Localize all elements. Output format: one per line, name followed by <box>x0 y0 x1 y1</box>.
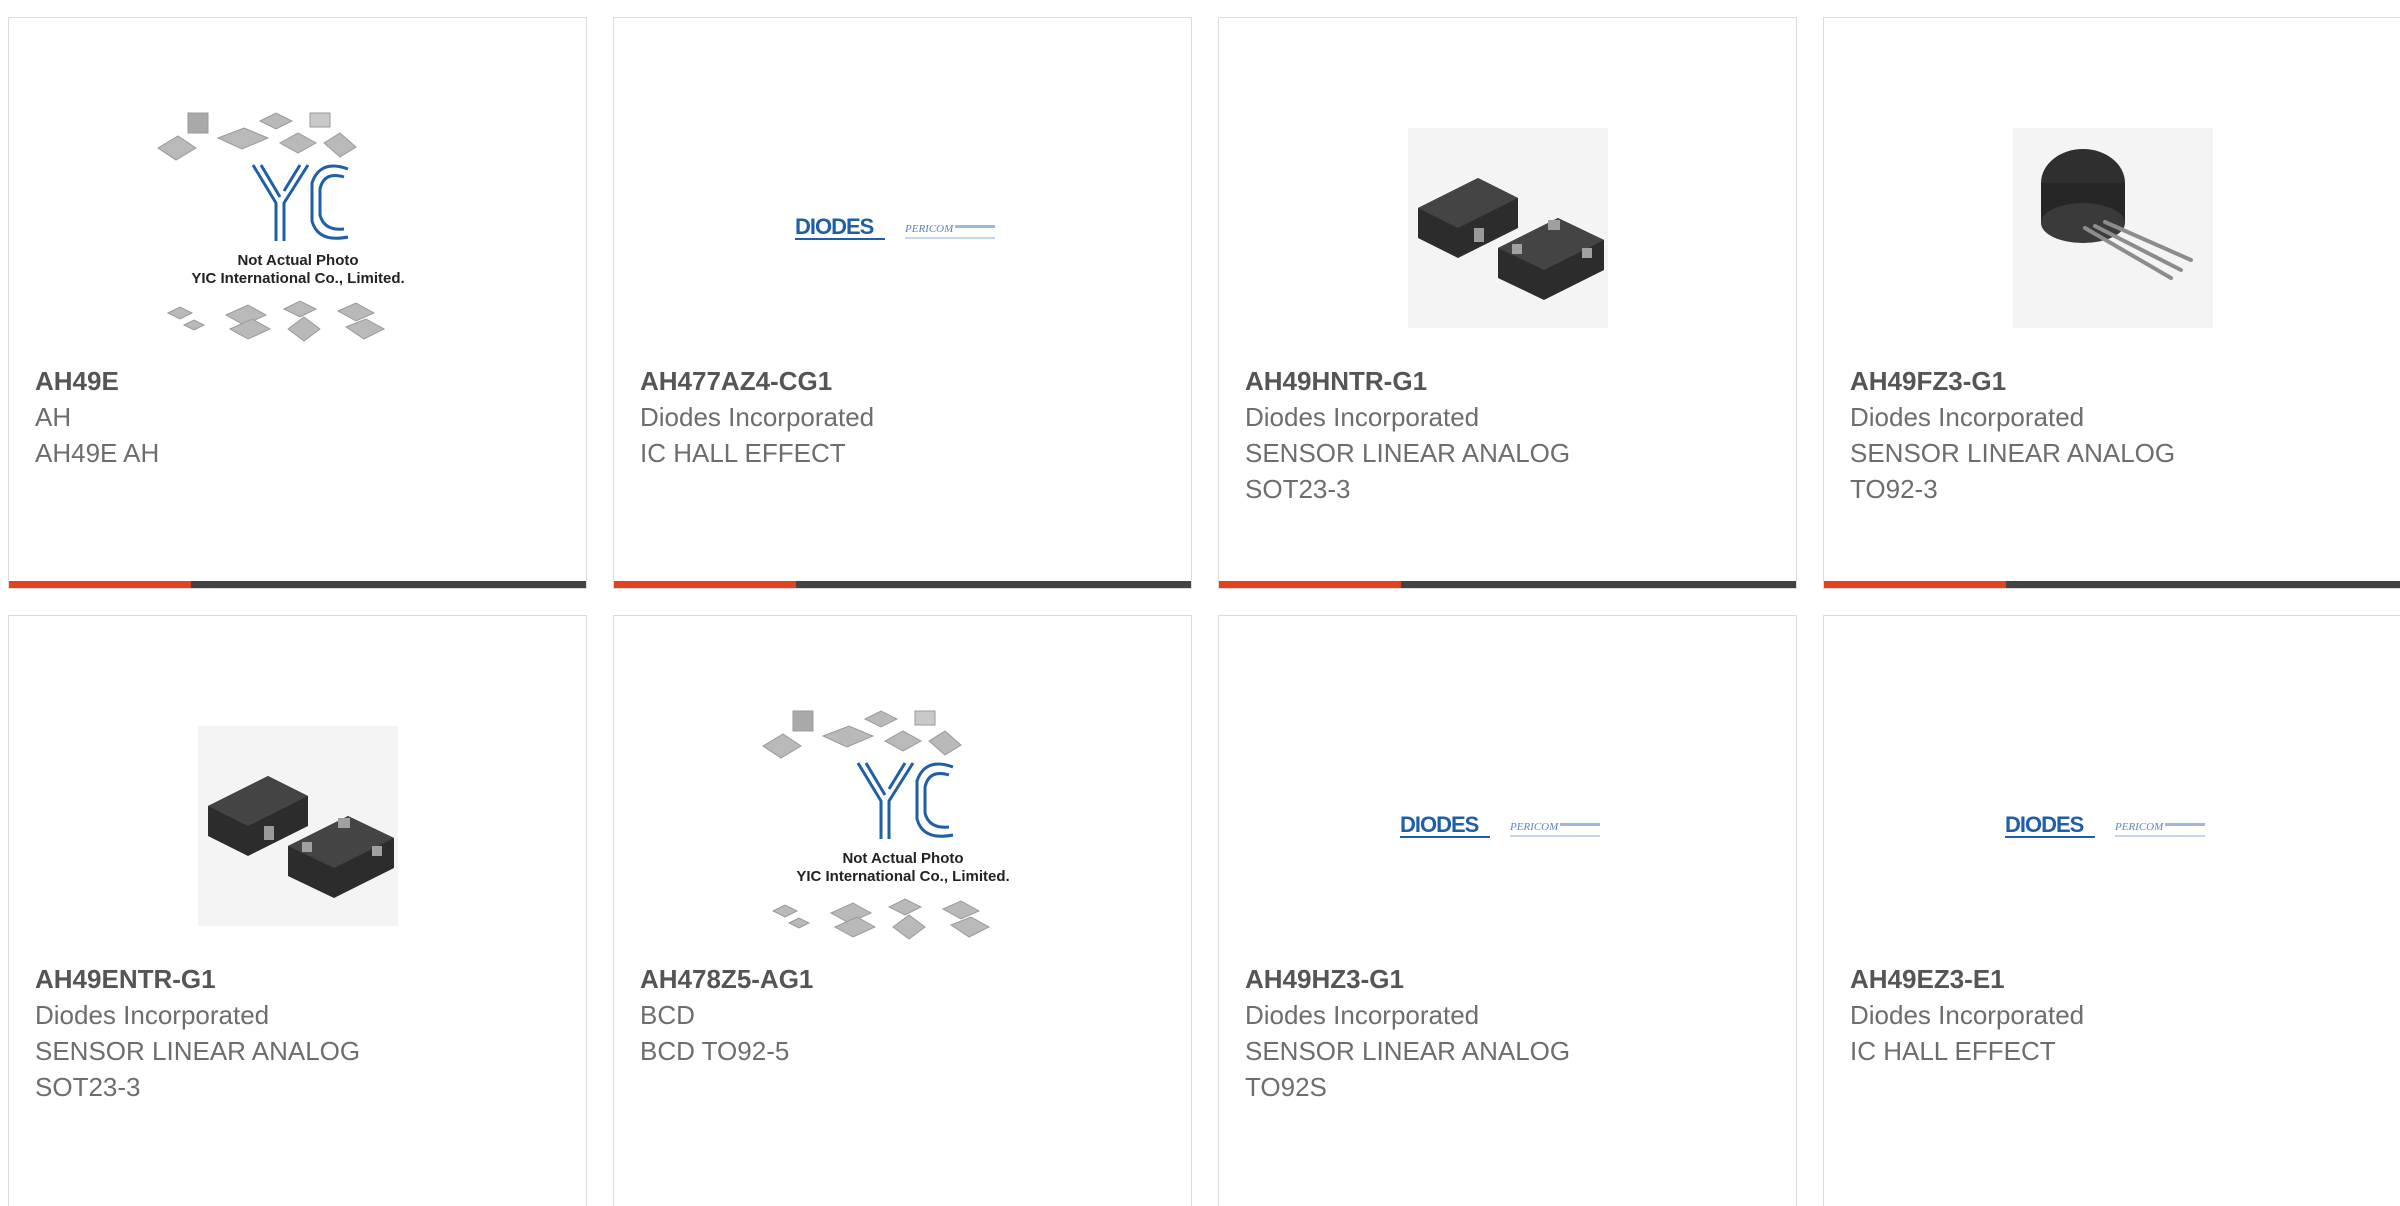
description: AH49E AH <box>35 438 160 468</box>
package: SOT23-3 <box>1245 474 1351 504</box>
card-accent-bar <box>1824 581 2400 588</box>
part-number[interactable]: AH49EZ3-E1 <box>1850 961 2381 997</box>
card-accent-bar <box>614 581 1191 588</box>
part-number[interactable]: AH49HZ3-G1 <box>1245 961 1776 997</box>
part-number[interactable]: AH478Z5-AG1 <box>640 961 1171 997</box>
product-info: AH49HNTR-G1 Diodes Incorporated SENSOR L… <box>1245 363 1776 507</box>
manufacturer: Diodes Incorporated <box>1245 1000 1480 1030</box>
product-info: AH477AZ4-CG1 Diodes Incorporated IC HALL… <box>640 363 1171 471</box>
placeholder-caption-1: Not Actual Photo <box>237 252 358 269</box>
to92-package-image <box>2012 128 2213 328</box>
pericom-logo-text: PERICOM <box>1509 821 1559 833</box>
manufacturer: Diodes Incorporated <box>35 1000 270 1030</box>
card-accent-bar <box>1219 581 1796 588</box>
manufacturer: BCD <box>640 1000 695 1030</box>
product-card[interactable]: Not Actual Photo YIC International Co., … <box>8 17 587 589</box>
product-card[interactable]: DIODES PERICOM AH49EZ3-E1 Diodes Incorpo… <box>1823 615 2400 1206</box>
diodes-logo-image: DIODES PERICOM <box>1399 812 1600 838</box>
part-number[interactable]: AH49FZ3-G1 <box>1850 363 2381 399</box>
product-image[interactable] <box>9 676 586 976</box>
diodes-logo-image: DIODES PERICOM <box>2004 812 2205 838</box>
yic-placeholder-image: Not Actual Photo YIC International Co., … <box>761 710 1009 940</box>
package: TO92-3 <box>1850 474 1938 504</box>
manufacturer: AH <box>35 402 72 432</box>
product-card[interactable]: Not Actual Photo YIC International Co., … <box>613 615 1192 1206</box>
package: SOT23-3 <box>35 1072 141 1102</box>
placeholder-caption-2: YIC International Co., Limited. <box>191 270 404 287</box>
product-image[interactable] <box>1824 78 2400 378</box>
placeholder-caption-2: YIC International Co., Limited. <box>796 868 1009 885</box>
package: TO92S <box>1245 1072 1327 1102</box>
part-number[interactable]: AH49HNTR-G1 <box>1245 363 1776 399</box>
product-image[interactable]: Not Actual Photo YIC International Co., … <box>614 676 1191 976</box>
diodes-logo-text: DIODES <box>1400 812 1479 837</box>
diodes-logo-image: DIODES PERICOM <box>794 214 995 240</box>
product-image[interactable]: DIODES PERICOM <box>1824 676 2400 976</box>
diodes-logo-text: DIODES <box>2005 812 2084 837</box>
part-number[interactable]: AH49ENTR-G1 <box>35 961 566 997</box>
product-info: AH49ENTR-G1 Diodes Incorporated SENSOR L… <box>35 961 566 1105</box>
sot23-package-image <box>1407 128 1608 328</box>
part-number[interactable]: AH49E <box>35 363 566 399</box>
description: SENSOR LINEAR ANALOG <box>1245 438 1571 468</box>
part-number[interactable]: AH477AZ4-CG1 <box>640 363 1171 399</box>
description: BCD TO92-5 <box>640 1036 790 1066</box>
manufacturer: Diodes Incorporated <box>1245 402 1480 432</box>
description: SENSOR LINEAR ANALOG <box>1850 438 2176 468</box>
diodes-logo-text: DIODES <box>795 214 874 239</box>
product-image[interactable]: Not Actual Photo YIC International Co., … <box>9 78 586 378</box>
yic-placeholder-image: Not Actual Photo YIC International Co., … <box>156 112 404 342</box>
product-image[interactable] <box>1219 78 1796 378</box>
description: SENSOR LINEAR ANALOG <box>1245 1036 1571 1066</box>
product-info: AH49FZ3-G1 Diodes Incorporated SENSOR LI… <box>1850 363 2381 507</box>
product-image[interactable]: DIODES PERICOM <box>1219 676 1796 976</box>
pericom-logo-text: PERICOM <box>2114 821 2164 833</box>
description: IC HALL EFFECT <box>1850 1036 2056 1066</box>
description: IC HALL EFFECT <box>640 438 846 468</box>
product-image[interactable]: DIODES PERICOM <box>614 78 1191 378</box>
product-card[interactable]: AH49HNTR-G1 Diodes Incorporated SENSOR L… <box>1218 17 1797 589</box>
product-info: AH49EZ3-E1 Diodes Incorporated IC HALL E… <box>1850 961 2381 1069</box>
product-card[interactable]: DIODES PERICOM AH49HZ3-G1 Diodes Incorpo… <box>1218 615 1797 1206</box>
sot23-package-image <box>197 726 398 926</box>
product-card[interactable]: AH49ENTR-G1 Diodes Incorporated SENSOR L… <box>8 615 587 1206</box>
product-info: AH478Z5-AG1 BCD BCD TO92-5 <box>640 961 1171 1069</box>
product-info: AH49E AH AH49E AH <box>35 363 566 471</box>
card-accent-bar <box>9 581 586 588</box>
product-card[interactable]: AH49FZ3-G1 Diodes Incorporated SENSOR LI… <box>1823 17 2400 589</box>
pericom-logo-text: PERICOM <box>904 223 954 235</box>
description: SENSOR LINEAR ANALOG <box>35 1036 361 1066</box>
manufacturer: Diodes Incorporated <box>1850 402 2085 432</box>
product-info: AH49HZ3-G1 Diodes Incorporated SENSOR LI… <box>1245 961 1776 1105</box>
product-grid: Not Actual Photo YIC International Co., … <box>8 17 2400 1206</box>
product-card[interactable]: DIODES PERICOM AH477AZ4-CG1 Diodes Incor… <box>613 17 1192 589</box>
placeholder-caption-1: Not Actual Photo <box>842 850 963 867</box>
manufacturer: Diodes Incorporated <box>640 402 875 432</box>
manufacturer: Diodes Incorporated <box>1850 1000 2085 1030</box>
